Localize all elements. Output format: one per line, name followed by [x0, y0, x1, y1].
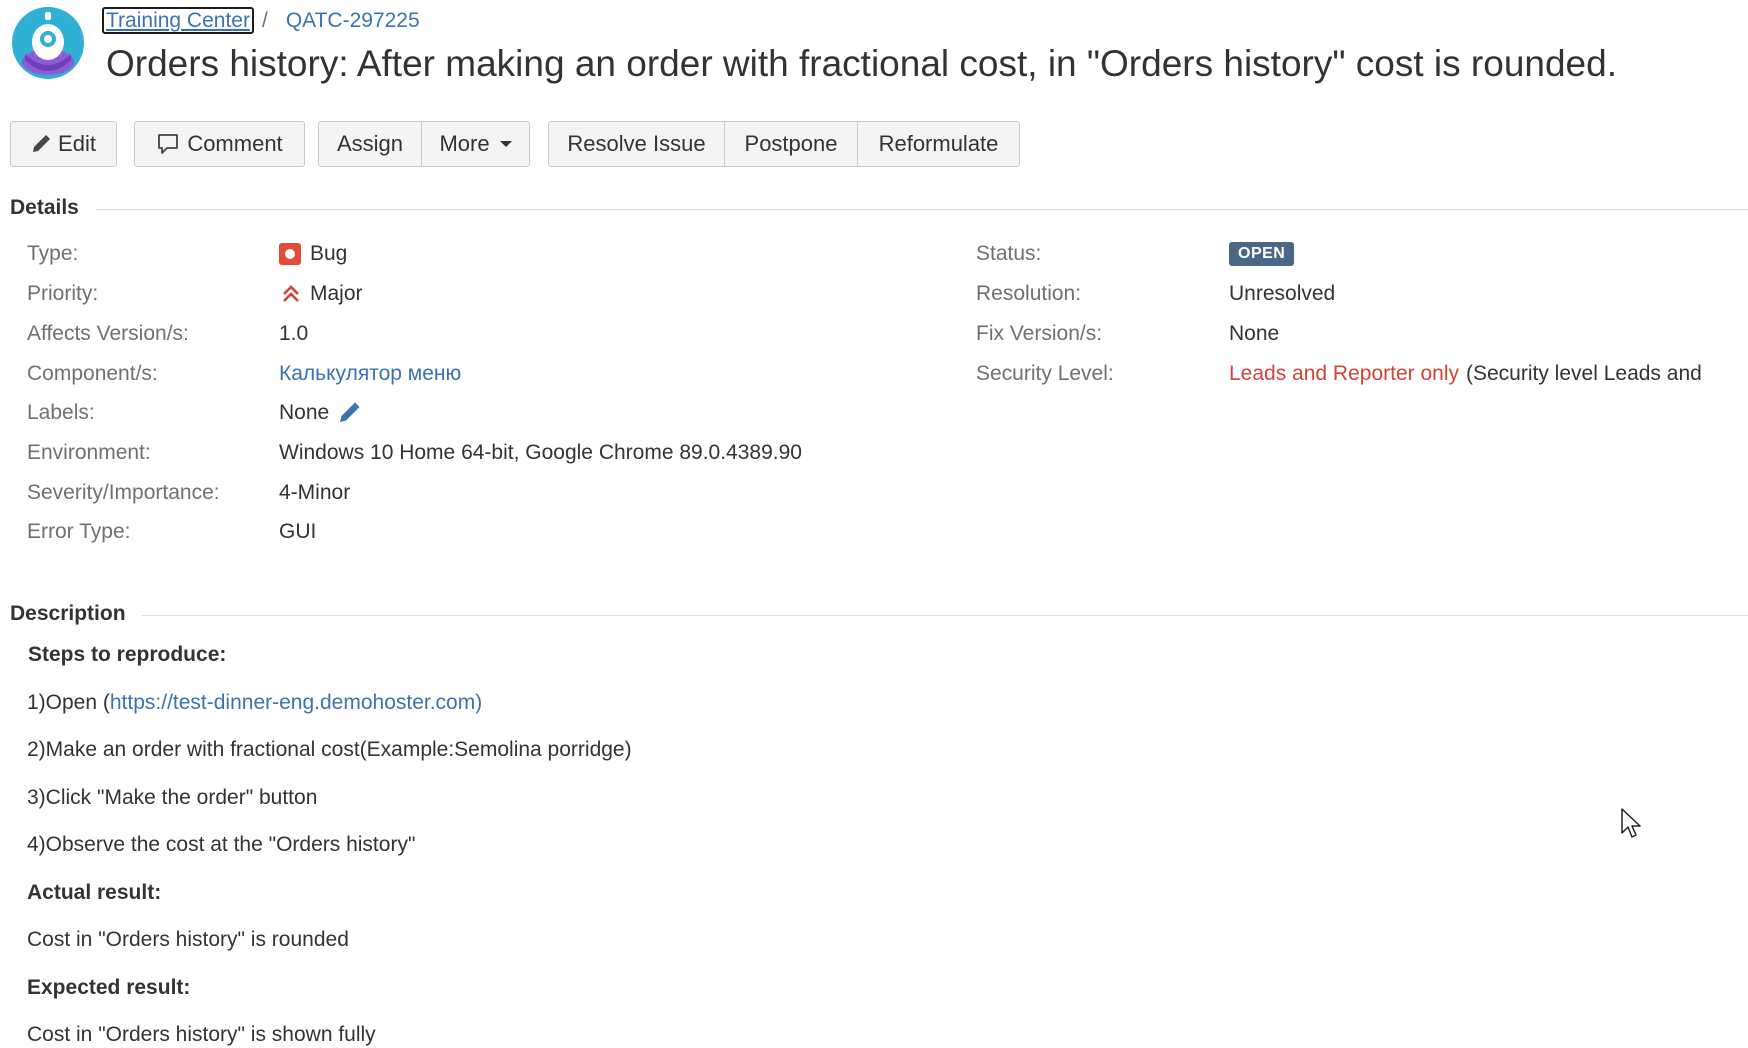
expected-result-text: Cost in "Orders history" is shown fully: [27, 1023, 376, 1046]
steps-heading: Steps to reproduce:: [28, 643, 227, 666]
issue-title[interactable]: Orders history: After making an order wi…: [106, 40, 1617, 88]
priority-value: Major: [281, 282, 363, 306]
postpone-button-label: Postpone: [744, 131, 838, 156]
step-1: 1)Open (https://test-dinner-eng.demohost…: [27, 691, 482, 715]
reformulate-button[interactable]: Reformulate: [858, 122, 1019, 166]
project-avatar[interactable]: [11, 6, 85, 80]
affects-version-value: 1.0: [279, 322, 309, 345]
postpone-button[interactable]: Postpone: [725, 122, 858, 166]
comment-icon: [156, 132, 180, 156]
comment-button[interactable]: Comment: [135, 122, 304, 166]
security-level-text: Leads and Reporter only: [1229, 362, 1459, 385]
breadcrumb-separator: /: [261, 9, 268, 32]
actual-result-heading: Actual result:: [27, 881, 162, 904]
breadcrumb: Training Center / QATC-297225: [102, 7, 420, 34]
edit-labels-pencil-icon[interactable]: [338, 402, 360, 424]
chevron-down-icon: [499, 141, 512, 147]
security-level-label: Security Level:: [976, 362, 1114, 385]
description-divider: [142, 615, 1748, 616]
status-label: Status:: [976, 242, 1042, 265]
status-badge: OPEN: [1229, 242, 1295, 266]
pencil-icon: [31, 134, 51, 154]
fix-version-label: Fix Version/s:: [976, 322, 1103, 345]
workflow-button-group: Resolve Issue Postpone Reformulate: [548, 121, 1020, 167]
bug-icon: [279, 243, 301, 265]
type-label: Type:: [27, 242, 79, 265]
labels-value: None: [279, 401, 360, 425]
environment-value: Windows 10 Home 64-bit, Google Chrome 89…: [279, 441, 802, 464]
labels-label: Labels:: [27, 401, 95, 424]
affects-version-label: Affects Version/s:: [27, 322, 189, 345]
priority-value-text: Major: [310, 282, 363, 305]
edit-button-group: Edit: [10, 121, 117, 167]
expected-result-heading: Expected result:: [27, 976, 191, 999]
assign-more-button-group: Assign More: [318, 121, 530, 167]
security-level-value: Leads and Reporter only (Security level …: [1229, 362, 1702, 386]
assign-button[interactable]: Assign: [319, 122, 422, 166]
step-3: 3)Click "Make the order" button: [27, 786, 318, 809]
type-value-text: Bug: [310, 242, 348, 265]
reformulate-button-label: Reformulate: [878, 131, 999, 156]
severity-label: Severity/Importance:: [27, 481, 220, 504]
edit-button[interactable]: Edit: [11, 122, 116, 166]
edit-button-label: Edit: [58, 131, 96, 156]
actual-result-text: Cost in "Orders history" is rounded: [27, 928, 349, 951]
breadcrumb-issue-key-link[interactable]: QATC-297225: [286, 9, 420, 32]
step-1-suffix: ): [475, 691, 483, 714]
error-type-value: GUI: [279, 520, 317, 543]
priority-major-icon: [281, 284, 301, 304]
breadcrumb-project-link[interactable]: Training Center: [102, 7, 254, 34]
resolution-value: Unresolved: [1229, 282, 1336, 305]
assign-button-label: Assign: [336, 131, 404, 156]
error-type-label: Error Type:: [27, 520, 131, 543]
resolve-issue-button[interactable]: Resolve Issue: [549, 122, 725, 166]
priority-label: Priority:: [27, 282, 99, 305]
type-value: Bug: [279, 242, 347, 266]
labels-value-text: None: [279, 401, 330, 424]
component-link[interactable]: Калькулятор меню: [279, 362, 461, 386]
resolve-issue-button-label: Resolve Issue: [567, 131, 706, 156]
details-divider: [96, 209, 1748, 210]
component-label: Component/s:: [27, 362, 158, 385]
description-heading[interactable]: Description: [10, 602, 126, 626]
step-1-prefix: 1)Open (: [27, 691, 110, 714]
resolution-label: Resolution:: [976, 282, 1082, 305]
demo-site-link[interactable]: https://test-dinner-eng.demohoster.com: [110, 691, 475, 714]
fix-version-value: None: [1229, 322, 1280, 345]
more-button-label: More: [439, 131, 490, 156]
status-value: OPEN: [1229, 242, 1295, 266]
environment-label: Environment:: [27, 441, 151, 464]
comment-button-group: Comment: [134, 121, 305, 167]
step-2: 2)Make an order with fractional cost(Exa…: [27, 738, 632, 761]
severity-value: 4-Minor: [279, 481, 351, 504]
details-heading[interactable]: Details: [10, 196, 79, 220]
step-4: 4)Observe the cost at the "Orders histor…: [27, 833, 416, 856]
more-dropdown-button[interactable]: More: [422, 122, 529, 166]
mouse-cursor-icon: [1621, 808, 1643, 845]
security-level-note: (Security level Leads and: [1466, 362, 1702, 385]
comment-button-label: Comment: [187, 131, 283, 156]
